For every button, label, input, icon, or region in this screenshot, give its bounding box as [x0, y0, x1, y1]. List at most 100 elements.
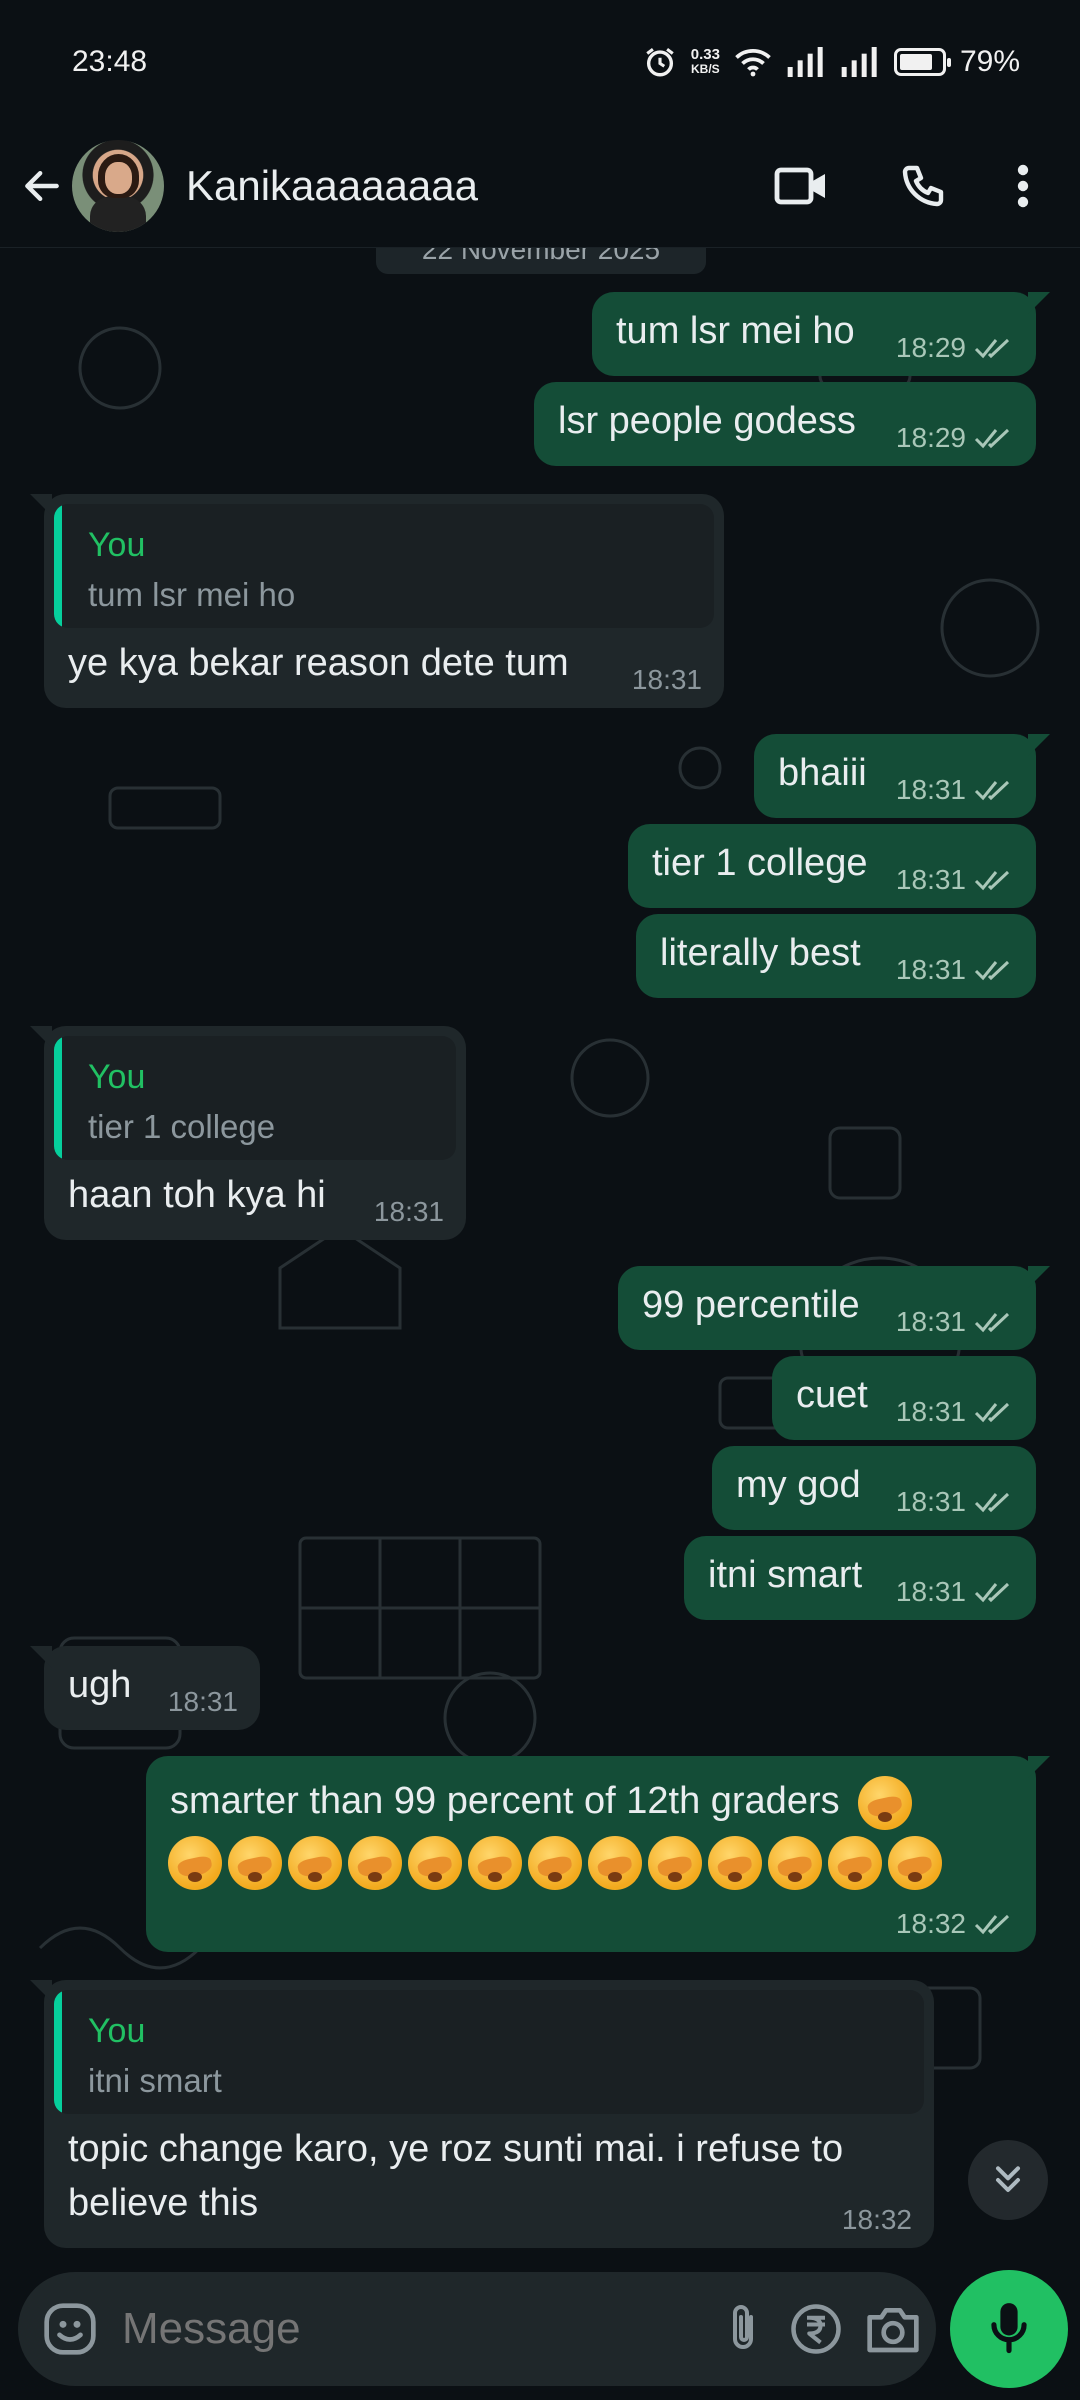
message-time: 18:31: [895, 1306, 966, 1337]
message-bubble[interactable]: lsr people godess 18:29: [534, 382, 1036, 466]
message-bubble[interactable]: ugh 18:31: [30, 1646, 260, 1730]
reply-message-bubble[interactable]: You tum lsr mei ho ye kya bekar reason d…: [30, 494, 724, 708]
avatar[interactable]: [72, 139, 164, 232]
message-meta: 18:31: [896, 954, 1014, 986]
message-bubble[interactable]: tum lsr mei ho 18:29: [592, 292, 1050, 376]
double-tick-icon: [974, 1402, 1010, 1423]
phone-icon[interactable]: [878, 141, 968, 231]
chat-area[interactable]: 22 November 2025 tum lsr mei ho 18:29 ls…: [0, 248, 1080, 2264]
quoted-message[interactable]: You tier 1 college: [54, 1036, 456, 1160]
face-with-hand-over-mouth-emoji: [648, 1836, 702, 1890]
face-with-hand-over-mouth-emoji: [888, 1836, 942, 1890]
video-call-icon[interactable]: [756, 141, 846, 231]
message-text: 99 percentile: [642, 1284, 860, 1326]
message-time: 18:31: [895, 1396, 966, 1427]
more-vert-icon[interactable]: [978, 141, 1068, 231]
message-time: 18:32: [895, 1908, 966, 1939]
message-text: ye kya bekar reason dete tum: [68, 642, 569, 684]
scroll-to-bottom-button[interactable]: [968, 2140, 1048, 2220]
message-bubble[interactable]: my god 18:31: [712, 1446, 1036, 1530]
message-text: bhaiii: [778, 752, 867, 794]
face-with-hand-over-mouth-emoji: [858, 1776, 913, 1830]
message-time: 18:31: [895, 864, 966, 895]
double-tick-icon: [974, 780, 1010, 801]
message-text: lsr people godess: [558, 400, 856, 442]
message-time: 18:31: [167, 1686, 238, 1717]
double-tick-icon: [974, 1914, 1010, 1935]
message-bubble[interactable]: smarter than 99 percent of 12th graders …: [146, 1756, 1050, 1952]
message-bubble[interactable]: bhaiii 18:31: [754, 734, 1050, 818]
mic-button[interactable]: [950, 2270, 1068, 2388]
quoted-message[interactable]: You itni smart: [54, 1990, 924, 2114]
quoted-author: You: [88, 2012, 146, 2050]
net-speed-value: 0.33: [690, 46, 720, 63]
message-text: smarter than 99 percent of 12th graders: [170, 1776, 918, 1830]
face-with-hand-over-mouth-emoji: [408, 1836, 462, 1890]
message-text: haan toh kya hi: [68, 1174, 326, 1216]
message-text-line-1: topic change karo, ye roz sunti mai. i r…: [68, 2128, 844, 2170]
rupee-payment-icon[interactable]: [789, 2293, 843, 2365]
emoji-icon[interactable]: [42, 2293, 98, 2365]
message-meta: 18:31: [632, 664, 702, 696]
message-meta: 18:31: [896, 1486, 1014, 1518]
status-icons: 0.33 KB/S 79%: [643, 45, 1020, 79]
message-bubble[interactable]: literally best 18:31: [636, 914, 1036, 998]
message-text: my god: [736, 1464, 861, 1506]
attach-icon[interactable]: [719, 2293, 767, 2365]
face-with-hand-over-mouth-emoji: [288, 1836, 342, 1890]
message-time: 18:32: [841, 2204, 912, 2235]
quoted-message[interactable]: You tum lsr mei ho: [54, 504, 714, 628]
quoted-author: You: [88, 526, 146, 564]
message-meta: 18:31: [896, 774, 1014, 806]
message-time: 18:31: [631, 664, 702, 695]
message-bubble[interactable]: tier 1 college 18:31: [628, 824, 1036, 908]
date-chip: 22 November 2025: [376, 248, 706, 274]
double-tick-icon: [974, 1312, 1010, 1333]
camera-icon[interactable]: [865, 2293, 921, 2365]
quoted-text: itni smart: [88, 2062, 222, 2099]
signal-icon-2: [841, 47, 877, 77]
message-bubble[interactable]: itni smart 18:31: [684, 1536, 1036, 1620]
mic-icon: [991, 2303, 1027, 2354]
message-meta: 18:31: [896, 1396, 1014, 1428]
message-time: 18:29: [895, 332, 966, 363]
double-tick-icon: [974, 960, 1010, 981]
battery-percent: 79%: [959, 45, 1020, 78]
message-time: 18:31: [895, 1576, 966, 1607]
message-meta: 18:31: [896, 1306, 1014, 1338]
alarm-icon: [646, 48, 674, 77]
message-time: 18:31: [895, 954, 966, 985]
quoted-author: You: [88, 1058, 146, 1096]
message-time: 18:29: [895, 422, 966, 453]
double-tick-icon: [974, 1492, 1010, 1513]
face-with-hand-over-mouth-emoji: [168, 1836, 222, 1890]
reply-message-bubble[interactable]: You itni smart topic change karo, ye roz…: [30, 1980, 934, 2248]
quoted-text: tier 1 college: [88, 1108, 276, 1145]
contact-name[interactable]: Kanikaaaaaaaa: [186, 162, 724, 210]
quoted-text: tum lsr mei ho: [88, 576, 296, 613]
message-input[interactable]: [122, 2304, 697, 2354]
message-meta: 18:32: [842, 2204, 912, 2236]
message-meta: 18:29: [896, 422, 1014, 454]
face-with-hand-over-mouth-emoji: [528, 1836, 582, 1890]
status-time: 23:48: [72, 45, 148, 78]
message-text: tier 1 college: [652, 842, 868, 884]
reply-message-bubble[interactable]: You tier 1 college haan toh kya hi 18:31: [30, 1026, 466, 1240]
message-bubble[interactable]: cuet 18:31: [772, 1356, 1036, 1440]
face-with-hand-over-mouth-emoji: [768, 1836, 822, 1890]
message-meta: 18:29: [896, 332, 1014, 364]
chat-header: Kanikaaaaaaaa: [0, 124, 1080, 248]
message-meta: 18:31: [168, 1686, 238, 1718]
message-meta: 18:31: [896, 1576, 1014, 1608]
face-with-hand-over-mouth-emoji: [468, 1836, 522, 1890]
wifi-icon: [735, 49, 771, 77]
message-composer: [18, 2272, 936, 2386]
message-meta: 18:31: [374, 1196, 444, 1228]
message-text: tum lsr mei ho: [616, 310, 855, 352]
message-bubble[interactable]: 99 percentile 18:31: [618, 1266, 1050, 1350]
double-tick-icon: [974, 870, 1010, 891]
message-text: ugh: [68, 1664, 132, 1706]
back-arrow-icon[interactable]: [12, 156, 72, 216]
message-text: literally best: [660, 932, 861, 974]
face-with-hand-over-mouth-emoji: [588, 1836, 642, 1890]
